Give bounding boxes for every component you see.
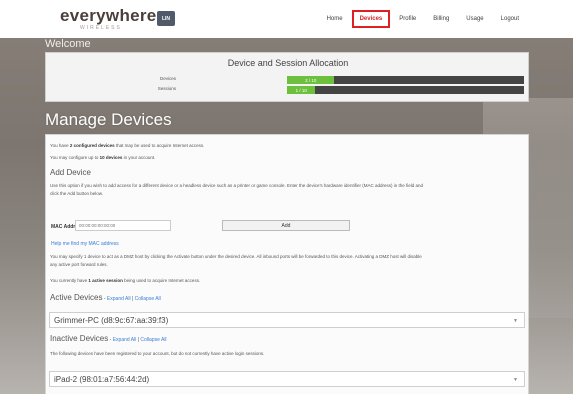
devices-progress-track: 2 / 10 — [287, 76, 524, 84]
devices-label: Devices — [159, 76, 176, 81]
active-devices-heading: Active Devices - Expand All | Collapse A… — [50, 293, 161, 302]
device-name: iPad-2 (98:01:a7:56:44:2d) — [54, 375, 150, 384]
dmz-desc-line2: any active port forward rules. — [50, 262, 108, 267]
add-device-button[interactable]: Add — [222, 220, 350, 231]
collapse-all-active-link[interactable]: Collapse All — [135, 296, 161, 302]
partner-badge: LIN — [157, 11, 175, 26]
nav-devices[interactable]: Devices — [351, 10, 391, 28]
collapse-all-inactive-link[interactable]: Collapse All — [140, 337, 166, 343]
sessions-allocation-row: Sessions 1 / 10 — [46, 86, 530, 94]
add-device-desc-line2: click the Add button below. — [50, 191, 104, 196]
expand-all-inactive-link[interactable]: Expand All — [113, 337, 137, 343]
active-device-row[interactable]: Grimmer-PC (d8:9c:67:aa:39:f3) ▼ — [49, 312, 525, 328]
expand-icon: ▼ — [513, 377, 518, 383]
inactive-device-row[interactable]: iPad-2 (98:01:a7:56:44:2d) ▼ — [49, 371, 525, 387]
configured-devices-text: You have 2 configured devices that may b… — [50, 143, 205, 148]
inactive-devices-desc: The following devices have been register… — [50, 351, 265, 356]
device-limit-text: You may configure up to 10 devices in yo… — [50, 155, 156, 160]
device-name: Grimmer-PC (d8:9c:67:aa:39:f3) — [54, 316, 169, 325]
add-device-heading: Add Device — [50, 168, 91, 177]
allocation-panel: Device and Session Allocation Devices 2 … — [45, 52, 529, 102]
logo-wordmark: everywhere — [60, 6, 157, 25]
expand-all-active-link[interactable]: Expand All — [107, 296, 131, 302]
devices-progress-fill: 2 / 10 — [287, 76, 335, 84]
mac-address-input[interactable] — [75, 220, 171, 231]
main-nav: Home Devices Profile Billing Usage Logou… — [318, 0, 527, 38]
devices-allocation-row: Devices 2 / 10 — [46, 76, 530, 84]
active-session-text: You currently have 1 active session bein… — [50, 278, 201, 283]
manage-devices-panel: You have 2 configured devices that may b… — [45, 134, 529, 394]
logo-subtitle: WIRELESS — [80, 25, 122, 31]
inactive-devices-heading: Inactive Devices - Expand All | Collapse… — [50, 334, 167, 343]
nav-home[interactable]: Home — [319, 10, 351, 28]
welcome-heading: Welcome — [45, 38, 91, 50]
nav-billing[interactable]: Billing — [425, 10, 457, 28]
nav-profile[interactable]: Profile — [391, 10, 424, 28]
dmz-desc-line1: You may specify 1 device to act as a DMZ… — [50, 254, 422, 259]
add-device-desc-line1: Use this option if you wish to add acces… — [50, 183, 423, 188]
nav-logout[interactable]: Logout — [493, 10, 527, 28]
sessions-label: Sessions — [157, 86, 176, 91]
page-title: Manage Devices — [45, 110, 172, 129]
mac-help-link[interactable]: Help me find my MAC address — [51, 241, 119, 247]
sessions-progress-track: 1 / 10 — [287, 86, 524, 94]
nav-usage[interactable]: Usage — [458, 10, 491, 28]
sessions-progress-fill: 1 / 10 — [287, 86, 316, 94]
top-header: everywhere WIRELESS LIN Home Devices Pro… — [0, 0, 573, 38]
everywhere-logo[interactable]: everywhere WIRELESS — [60, 6, 156, 32]
expand-icon: ▼ — [513, 318, 518, 324]
allocation-title: Device and Session Allocation — [227, 58, 349, 68]
